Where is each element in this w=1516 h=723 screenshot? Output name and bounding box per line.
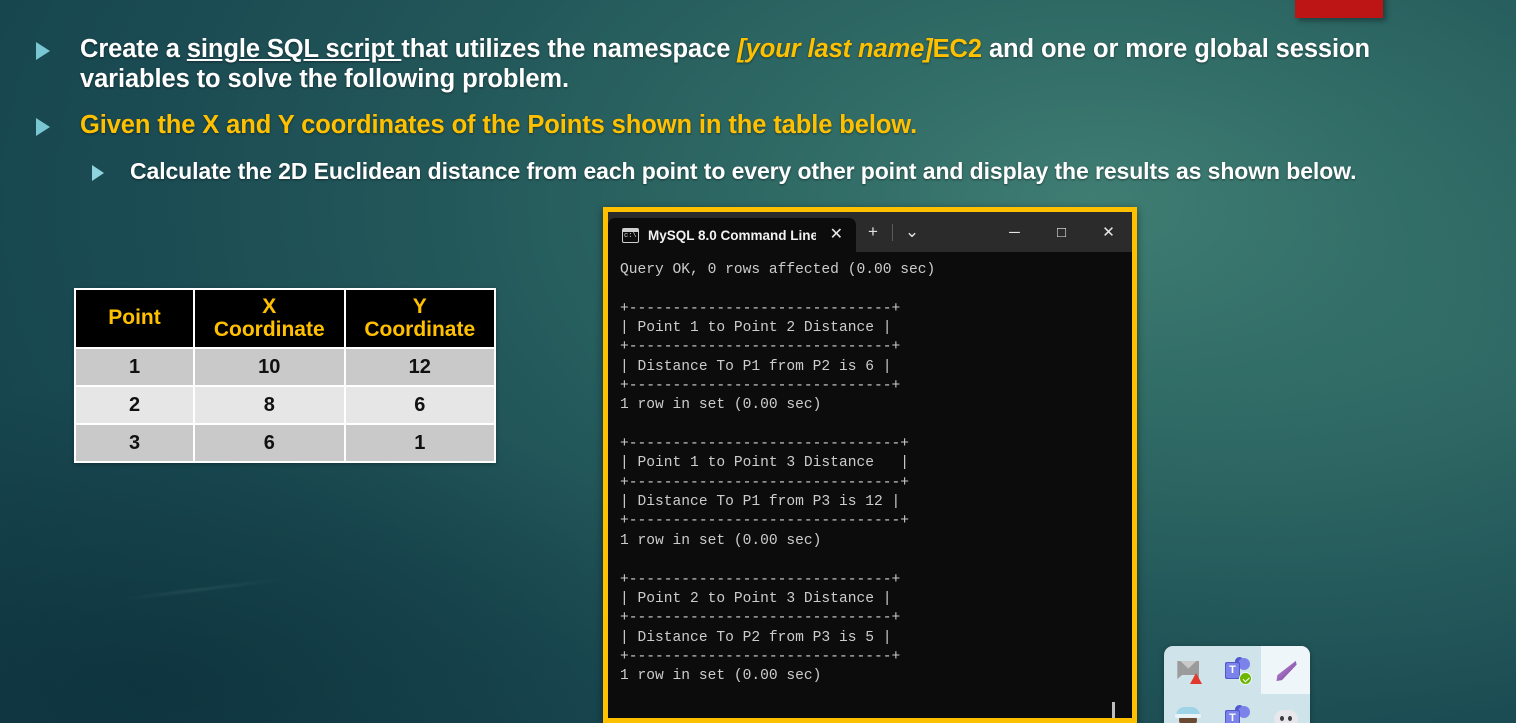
cell-y: 12 (343, 347, 496, 387)
table-row: 3 6 1 (73, 423, 496, 463)
bullet-item-2-text: Given the X and Y coordinates of the Poi… (80, 111, 918, 140)
close-icon[interactable]: ✕ (1085, 212, 1132, 252)
bullet-item-2: Given the X and Y coordinates of the Poi… (0, 110, 1420, 140)
flyout-item-discord[interactable] (1261, 694, 1310, 723)
bullet-item-3-text: Calculate the 2D Euclidean distance from… (130, 158, 1357, 185)
bullet-item-1: Create a single SQL script that utilizes… (0, 34, 1420, 94)
flyout-item-teams-available[interactable]: T (1213, 646, 1262, 694)
flyout-icon-grid: T T (1164, 646, 1310, 723)
bullet-1-namespace-plain: EC2 (932, 35, 982, 63)
cell-x: 6 (193, 423, 346, 463)
tab-close-icon[interactable]: ✕ (825, 224, 848, 246)
discord-icon (1273, 705, 1299, 723)
terminal-tab[interactable]: MySQL 8.0 Command Line Cli ✕ (608, 218, 856, 252)
bullet-1-mid: that utilizes the namespace (401, 35, 738, 63)
header-x-label: X (262, 294, 277, 318)
table-row: 1 10 12 (73, 347, 496, 387)
cell-x: 8 (193, 385, 346, 425)
background-light-streak (120, 577, 290, 601)
header-point-label: Point (108, 306, 161, 330)
terminal-output-text: Query OK, 0 rows affected (0.00 sec) +--… (620, 262, 936, 685)
flyout-item-outlook[interactable] (1164, 646, 1213, 694)
cell-point: 1 (73, 347, 196, 387)
bullet-1-pre: Create a (80, 35, 187, 63)
account-avatar-icon (1175, 705, 1202, 723)
cell-y: 6 (343, 385, 496, 425)
table-header-row: Point X Coordinate Y Coordinate (73, 288, 496, 349)
cell-x: 10 (193, 347, 346, 387)
cell-point: 2 (73, 385, 196, 425)
header-y-coordinate: Y Coordinate (343, 288, 496, 349)
terminal-tab-title: MySQL 8.0 Command Line Cli (648, 227, 816, 243)
flyout-item-onenote[interactable] (1261, 646, 1310, 694)
header-x-sub: Coordinate (213, 317, 325, 341)
teams-letter: T (1229, 712, 1236, 723)
bullet-item-1-text: Create a single SQL script that utilizes… (80, 34, 1420, 94)
bullet-1-namespace-italic: [your last name] (737, 35, 933, 63)
header-x-coordinate: X Coordinate (193, 288, 346, 349)
chevron-down-icon[interactable]: ⌄ (895, 215, 929, 249)
maximize-icon[interactable]: □ (1038, 212, 1085, 252)
points-coordinates-table: Point X Coordinate Y Coordinate 1 10 12 2 … (73, 288, 496, 463)
flyout-item-account[interactable] (1164, 694, 1213, 723)
cell-point: 3 (73, 423, 196, 463)
bullet-list: Create a single SQL script that utilizes… (0, 34, 1420, 191)
triangle-bullet-icon (92, 165, 104, 182)
outlook-mail-icon (1175, 657, 1203, 684)
teams-icon: T (1224, 705, 1250, 723)
bullet-1-underlined: single SQL script (186, 35, 402, 63)
bullet-item-3: Calculate the 2D Euclidean distance from… (0, 158, 1420, 185)
minimize-icon[interactable]: ─ (991, 212, 1038, 252)
triangle-bullet-icon (36, 42, 50, 60)
red-banner-shape (1295, 0, 1383, 18)
teams-available-icon: T (1224, 657, 1252, 685)
console-app-icon (622, 227, 639, 243)
onenote-feather-icon (1273, 657, 1299, 683)
window-controls: ─ □ ✕ (991, 212, 1132, 252)
mysql-terminal-window: MySQL 8.0 Command Line Cli ✕ + ⌄ ─ □ ✕ Q… (603, 207, 1137, 723)
taskbar-icon-flyout[interactable]: T T (1164, 646, 1310, 723)
header-point: Point (73, 288, 196, 349)
cell-y: 1 (343, 423, 496, 463)
triangle-bullet-icon (36, 118, 50, 137)
teams-letter: T (1229, 664, 1236, 676)
toolbar-separator (892, 223, 893, 241)
terminal-output-area[interactable]: Query OK, 0 rows affected (0.00 sec) +--… (608, 252, 1132, 718)
terminal-text-cursor (1112, 702, 1115, 718)
new-tab-icon[interactable]: + (856, 215, 890, 249)
header-y-label: Y (412, 294, 427, 318)
table-row: 2 8 6 (73, 385, 496, 425)
terminal-title-bar[interactable]: MySQL 8.0 Command Line Cli ✕ + ⌄ ─ □ ✕ (608, 212, 1132, 252)
header-y-sub: Coordinate (364, 317, 476, 341)
flyout-item-teams[interactable]: T (1213, 694, 1262, 723)
